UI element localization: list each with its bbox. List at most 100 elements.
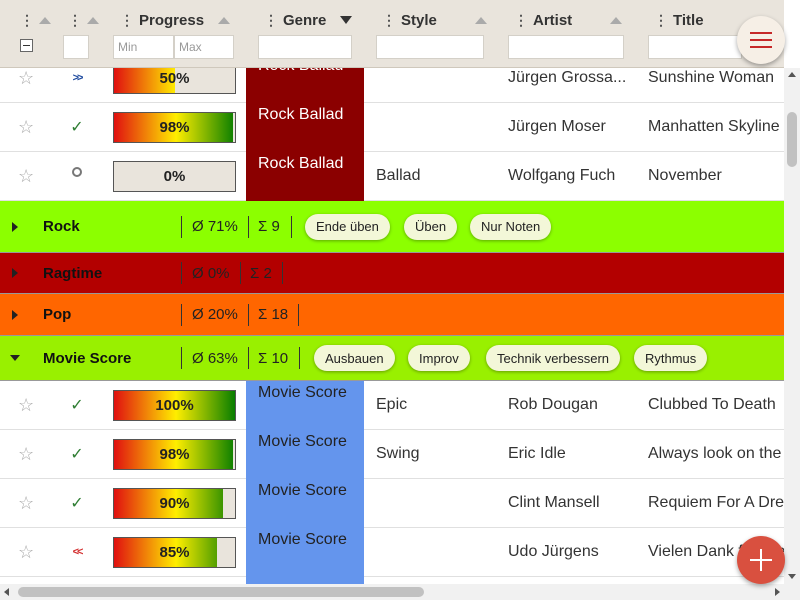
sort-icon[interactable]: [87, 16, 99, 24]
divider: [282, 262, 283, 284]
divider: [248, 303, 249, 326]
title-cell: Always look on the: [648, 445, 782, 462]
filter-chip-ueben[interactable]: Üben: [404, 213, 458, 240]
progress-bar: 90%: [113, 488, 236, 519]
expand-caret-icon[interactable]: [12, 309, 18, 320]
drag-handle-icon[interactable]: ⋮: [654, 12, 668, 29]
star-outline-icon[interactable]: ☆: [18, 381, 34, 429]
sort-icon[interactable]: [474, 16, 487, 24]
title-column-header[interactable]: ⋮ Title: [654, 8, 704, 32]
star-outline-icon[interactable]: ☆: [18, 430, 34, 478]
progress-label: 85%: [159, 544, 190, 561]
table-row[interactable]: ☆ 0% Rock Ballad Ballad Wolfgang Fuch No…: [0, 152, 784, 201]
filter-chip-ende-ueben[interactable]: Ende üben: [305, 213, 390, 240]
progress-label: 98%: [159, 446, 190, 463]
drag-handle-icon[interactable]: ⋮: [120, 12, 134, 29]
progress-bar: 98%: [113, 112, 236, 143]
vertical-scrollbar[interactable]: [784, 68, 800, 584]
style-cell: Ballad: [376, 167, 421, 184]
group-count: Σ 2: [250, 264, 272, 282]
table-row[interactable]: ☆ >> 50% Rock Ballad Jürgen Grossa... Su…: [0, 68, 784, 103]
status-rewind-icon: <<: [72, 546, 84, 558]
table-row[interactable]: ☆ ✓ 100% Movie Score Epic Rob Dougan Clu…: [0, 381, 784, 430]
sort-icon[interactable]: [39, 16, 51, 24]
filter-chip-nur-noten[interactable]: Nur Noten: [470, 213, 552, 240]
group-row-pop[interactable]: Pop Ø 20% Σ 18: [0, 294, 784, 336]
expand-caret-icon[interactable]: [12, 268, 18, 278]
filter-chip-technik-verbessern[interactable]: Technik verbessern: [486, 345, 620, 371]
sort-icon[interactable]: [218, 16, 231, 24]
progress-bar: 50%: [113, 68, 236, 94]
group-row-movie-score[interactable]: Movie Score Ø 63% Σ 10 Ausbauen Improv T…: [0, 336, 784, 381]
filter-chip-improv[interactable]: Improv: [408, 345, 470, 371]
horizontal-scrollbar[interactable]: [0, 584, 800, 600]
menu-button[interactable]: [737, 16, 785, 64]
progress-max-input[interactable]: [174, 35, 234, 59]
scroll-right-icon[interactable]: [775, 588, 780, 596]
favorite-column-header[interactable]: ⋮: [20, 8, 51, 32]
status-column-header[interactable]: ⋮: [68, 8, 99, 32]
hamburger-icon: [750, 46, 772, 48]
status-filter-input[interactable]: [63, 35, 89, 59]
group-count: Σ 18: [258, 306, 289, 323]
style-column-header[interactable]: ⋮ Style: [382, 8, 487, 32]
sort-desc-icon[interactable]: [340, 16, 353, 24]
progress-label: 100%: [155, 397, 194, 414]
progress-column-header[interactable]: ⋮ Progress: [120, 8, 231, 32]
divider: [181, 215, 182, 238]
title-filter-input[interactable]: [648, 35, 742, 59]
divider: [298, 303, 299, 326]
hamburger-icon: [750, 39, 772, 41]
filter-chip-ausbauen[interactable]: Ausbauen: [314, 345, 395, 371]
star-outline-icon[interactable]: ☆: [18, 152, 34, 200]
genre-cell: Movie Score: [246, 479, 364, 528]
scroll-left-icon[interactable]: [4, 588, 9, 596]
table-row[interactable]: ☆ << 85% Movie Score Udo Jürgens Vielen …: [0, 528, 784, 577]
scroll-up-icon[interactable]: [788, 72, 796, 77]
genre-cell: [246, 577, 364, 584]
filter-chip-rythmus[interactable]: Rythmus: [634, 345, 708, 371]
genre-column-header[interactable]: ⋮ Genre: [264, 8, 353, 32]
table-row[interactable]: ☆ ✓ 98% Movie Score Swing Eric Idle Alwa…: [0, 430, 784, 479]
status-check-icon: ✓: [70, 446, 84, 463]
collapse-all-checkbox[interactable]: [20, 39, 33, 52]
table-row[interactable]: ☆ ✓ 90% Movie Score Clint Mansell Requie…: [0, 479, 784, 528]
star-outline-icon[interactable]: ☆: [18, 103, 34, 151]
scroll-down-icon[interactable]: [788, 574, 796, 579]
style-filter-input[interactable]: [376, 35, 484, 59]
table-row[interactable]: [0, 577, 784, 584]
star-outline-icon[interactable]: ☆: [18, 528, 34, 576]
collapse-caret-icon[interactable]: [10, 355, 20, 361]
status-check-icon: ✓: [70, 119, 84, 136]
genre-header-label: Genre: [283, 11, 327, 29]
progress-label: 90%: [159, 495, 190, 512]
group-count: Σ 9: [258, 218, 280, 235]
genre-filter-input[interactable]: [258, 35, 352, 59]
status-check-icon: ✓: [70, 495, 84, 512]
progress-bar: 0%: [113, 161, 236, 192]
vertical-scroll-thumb[interactable]: [787, 112, 797, 167]
sort-icon[interactable]: [610, 16, 623, 24]
progress-min-input[interactable]: [113, 35, 174, 59]
drag-handle-icon[interactable]: ⋮: [68, 12, 82, 29]
artist-cell: Udo Jürgens: [508, 543, 599, 560]
star-outline-icon[interactable]: ☆: [18, 479, 34, 527]
drag-handle-icon[interactable]: ⋮: [20, 12, 34, 29]
hamburger-icon: [750, 32, 772, 34]
artist-column-header[interactable]: ⋮ Artist: [514, 8, 623, 32]
group-row-ragtime[interactable]: Ragtime Ø 0% Σ 2: [0, 253, 784, 294]
drag-handle-icon[interactable]: ⋮: [264, 12, 278, 29]
star-outline-icon[interactable]: ☆: [18, 68, 34, 102]
table-row[interactable]: ☆ ✓ 98% Rock Ballad Jürgen Moser Manhatt…: [0, 103, 784, 152]
drag-handle-icon[interactable]: ⋮: [382, 12, 396, 29]
drag-handle-icon[interactable]: ⋮: [514, 12, 528, 29]
divider: [248, 215, 249, 238]
artist-filter-input[interactable]: [508, 35, 624, 59]
title-cell: Clubbed To Death: [648, 396, 776, 413]
group-row-rock[interactable]: Rock Ø 71% Σ 9 Ende üben Üben Nur Noten: [0, 201, 784, 253]
expand-caret-icon[interactable]: [12, 221, 18, 232]
group-name: Rock: [43, 218, 80, 235]
add-song-button[interactable]: [737, 536, 785, 584]
horizontal-scroll-thumb[interactable]: [18, 587, 424, 597]
genre-cell: Rock Ballad: [246, 68, 364, 103]
